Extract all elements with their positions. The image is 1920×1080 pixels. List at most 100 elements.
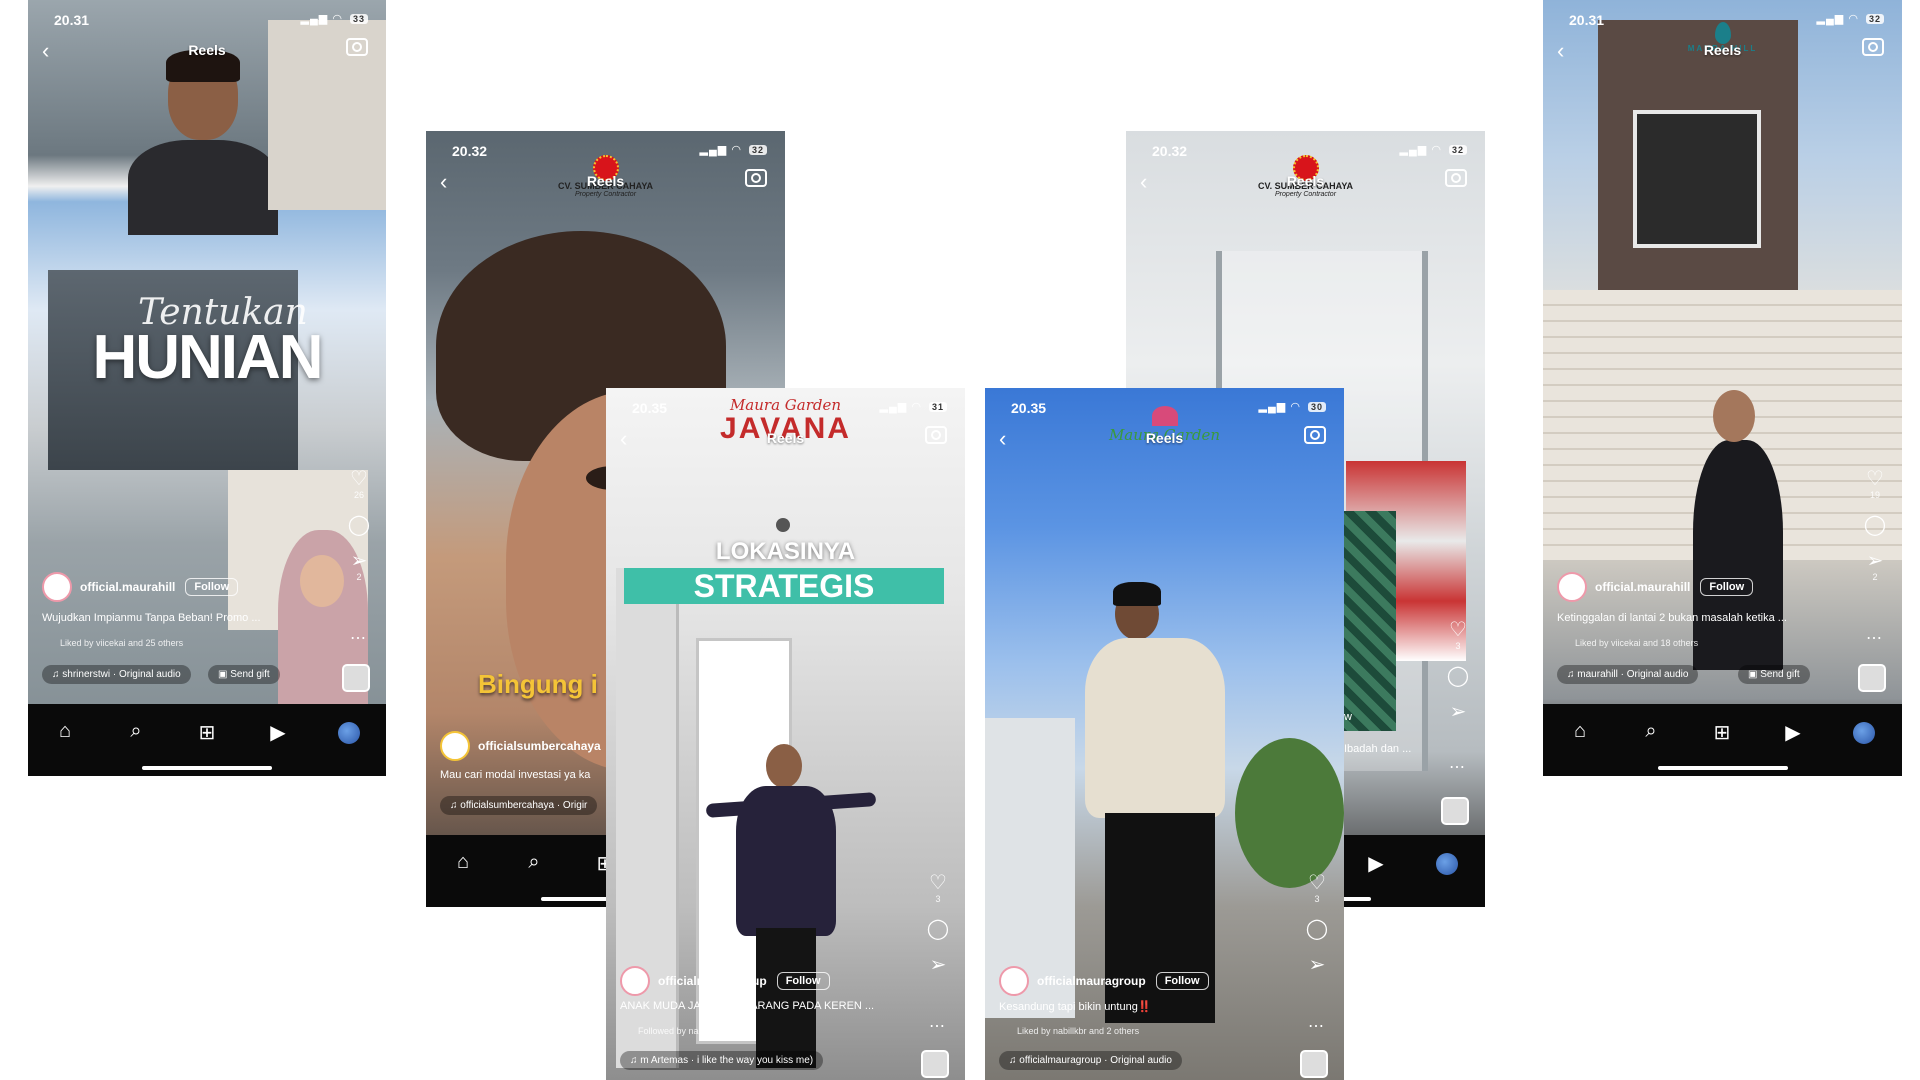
audio-thumbnail[interactable]: [921, 1050, 949, 1078]
search-icon[interactable]: ⌕: [121, 720, 151, 743]
audio-thumbnail[interactable]: [1300, 1050, 1328, 1078]
reels-nav-icon[interactable]: ▶: [1361, 851, 1391, 876]
follow-button[interactable]: Follow: [1155, 972, 1209, 990]
follow-button[interactable]: Follow: [185, 578, 239, 596]
caption[interactable]: Ibadah dan ...: [1344, 743, 1411, 755]
camera-icon[interactable]: [346, 38, 368, 56]
bottom-navbar: ⌂ ⌕ ⊞ ▶: [28, 704, 386, 776]
home-icon[interactable]: ⌂: [448, 851, 478, 874]
more-icon[interactable]: ⋯: [1449, 757, 1465, 777]
avatar[interactable]: [42, 572, 72, 602]
audio-pill[interactable]: ♫ officialsumbercahaya · Origir: [440, 796, 598, 815]
create-icon[interactable]: ⊞: [192, 720, 222, 745]
action-column: ♡ 19 ◯ ➢ 2: [1860, 468, 1890, 596]
audio-thumbnail[interactable]: [1441, 797, 1469, 825]
share-icon[interactable]: ➢: [1443, 701, 1473, 723]
hijab-face: [300, 555, 344, 607]
side-text: w: [1344, 711, 1352, 723]
followed-by[interactable]: Followed by nabillkbr: [638, 1026, 722, 1036]
more-icon[interactable]: ⋯: [1866, 628, 1882, 648]
profile-avatar-icon[interactable]: [1436, 853, 1458, 875]
action-column: ♡ 26 ◯ ➢ 2: [344, 468, 374, 596]
share-icon[interactable]: ➢: [1860, 550, 1890, 572]
search-icon[interactable]: ⌕: [1636, 720, 1666, 743]
reels-nav-icon[interactable]: ▶: [1778, 720, 1808, 745]
reel-phone-4: 20.35 ▂▄▆ ◠ 30 Maura Garden ‹ Reels ♡ 3 …: [985, 388, 1344, 1080]
audio-thumbnail[interactable]: [1858, 664, 1886, 692]
username[interactable]: official.maurahill: [1595, 580, 1690, 594]
profile-avatar-icon[interactable]: [338, 722, 360, 744]
overlay-title: HUNIAN: [92, 323, 323, 392]
reels-title: Reels: [586, 173, 625, 189]
walking-person-head: [1713, 390, 1755, 442]
username[interactable]: official.maurahill: [80, 580, 175, 594]
liked-by[interactable]: Liked by viicekai and 18 others: [1575, 638, 1698, 648]
comment-icon[interactable]: ◯: [1302, 918, 1332, 940]
dancer-jacket: [1085, 638, 1225, 818]
send-gift-button[interactable]: ▣ Send gift: [208, 665, 280, 684]
avatar[interactable]: [620, 966, 650, 996]
username[interactable]: officialmauragroup: [1037, 974, 1146, 988]
camera-icon[interactable]: [925, 426, 947, 444]
comment-icon[interactable]: ◯: [1860, 514, 1890, 536]
audio-pill[interactable]: ♫ m Artemas · i like the way you kiss me…: [620, 1051, 824, 1070]
caption[interactable]: Ketinggalan di lantai 2 bukan masalah ke…: [1557, 612, 1847, 624]
audio-pill[interactable]: ♫ maurahill · Original audio: [1557, 665, 1699, 684]
liked-by[interactable]: Liked by viicekai and 25 others: [60, 638, 183, 648]
like-icon[interactable]: ♡: [923, 872, 953, 894]
more-icon[interactable]: ⋯: [929, 1016, 945, 1036]
more-icon[interactable]: ⋯: [1308, 1016, 1324, 1036]
caption[interactable]: Wujudkan Impianmu Tanpa Beban! Promo ...: [42, 612, 312, 624]
reels-title: Reels: [766, 430, 805, 446]
follow-button[interactable]: Follow: [776, 972, 830, 990]
camera-icon[interactable]: [1304, 426, 1326, 444]
send-gift-button[interactable]: ▣ Send gift: [1738, 665, 1810, 684]
caption[interactable]: Kesandung tapi bikin untung‼️: [999, 1000, 1289, 1013]
home-icon[interactable]: ⌂: [50, 720, 80, 743]
caption[interactable]: ANAK MUDA JAMAN SEKARANG PADA KEREN ...: [620, 1000, 910, 1012]
liked-by[interactable]: Liked by nabillkbr and 2 others: [1017, 1026, 1139, 1036]
user-row: official.maurahill Follow: [42, 572, 239, 602]
camera-icon[interactable]: [745, 169, 767, 187]
share-icon[interactable]: ➢: [923, 954, 953, 976]
comment-icon[interactable]: ◯: [344, 514, 374, 536]
home-icon[interactable]: ⌂: [1565, 720, 1595, 743]
dancer-head: [766, 744, 802, 788]
more-icon[interactable]: ⋯: [350, 628, 366, 648]
music-note-icon: ♫: [630, 1055, 638, 1066]
status-icons: ▂▄▆ ◠ 33: [301, 12, 368, 25]
share-icon[interactable]: ➢: [344, 550, 374, 572]
brand-logo-drop-icon: [1714, 22, 1731, 44]
camera-icon[interactable]: [1445, 169, 1467, 187]
reels-nav-icon[interactable]: ▶: [263, 720, 293, 745]
camera-icon[interactable]: [1862, 38, 1884, 56]
profile-avatar-icon[interactable]: [1853, 722, 1875, 744]
share-icon[interactable]: ➢: [1302, 954, 1332, 976]
like-icon[interactable]: ♡: [344, 468, 374, 490]
audio-label: m Artemas · i like the way you kiss me): [640, 1055, 814, 1066]
avatar[interactable]: [999, 966, 1029, 996]
avatar[interactable]: [440, 731, 470, 761]
username[interactable]: officialmauragroup: [658, 974, 767, 988]
like-icon[interactable]: ♡: [1860, 468, 1890, 490]
action-column: ♡ 3 ◯ ➢: [1302, 872, 1332, 976]
like-icon[interactable]: ♡: [1443, 619, 1473, 641]
comment-icon[interactable]: ◯: [923, 918, 953, 940]
follow-button[interactable]: Follow: [1700, 578, 1754, 596]
comment-icon[interactable]: ◯: [1443, 665, 1473, 687]
brand-logo-sub: Property Contractor: [1274, 191, 1337, 198]
audio-thumbnail[interactable]: [342, 664, 370, 692]
audio-pill[interactable]: ♫ officialmauragroup · Original audio: [999, 1051, 1182, 1070]
like-icon[interactable]: ♡: [1302, 872, 1332, 894]
audio-pill[interactable]: ♫ shrinerstwi · Original audio: [42, 665, 191, 684]
create-icon[interactable]: ⊞: [1707, 720, 1737, 745]
avatar[interactable]: [1557, 572, 1587, 602]
username[interactable]: officialsumbercahaya: [478, 739, 601, 753]
search-icon[interactable]: ⌕: [519, 851, 549, 874]
caption[interactable]: Mau cari modal investasi ya ka: [440, 769, 620, 781]
gift-icon: ▣: [218, 669, 228, 680]
reels-title: Reels: [188, 42, 226, 58]
battery-icon: 33: [349, 14, 368, 24]
plaid-sleeve: [1336, 511, 1396, 731]
overlay-line-1: LOKASINYA: [715, 538, 856, 565]
